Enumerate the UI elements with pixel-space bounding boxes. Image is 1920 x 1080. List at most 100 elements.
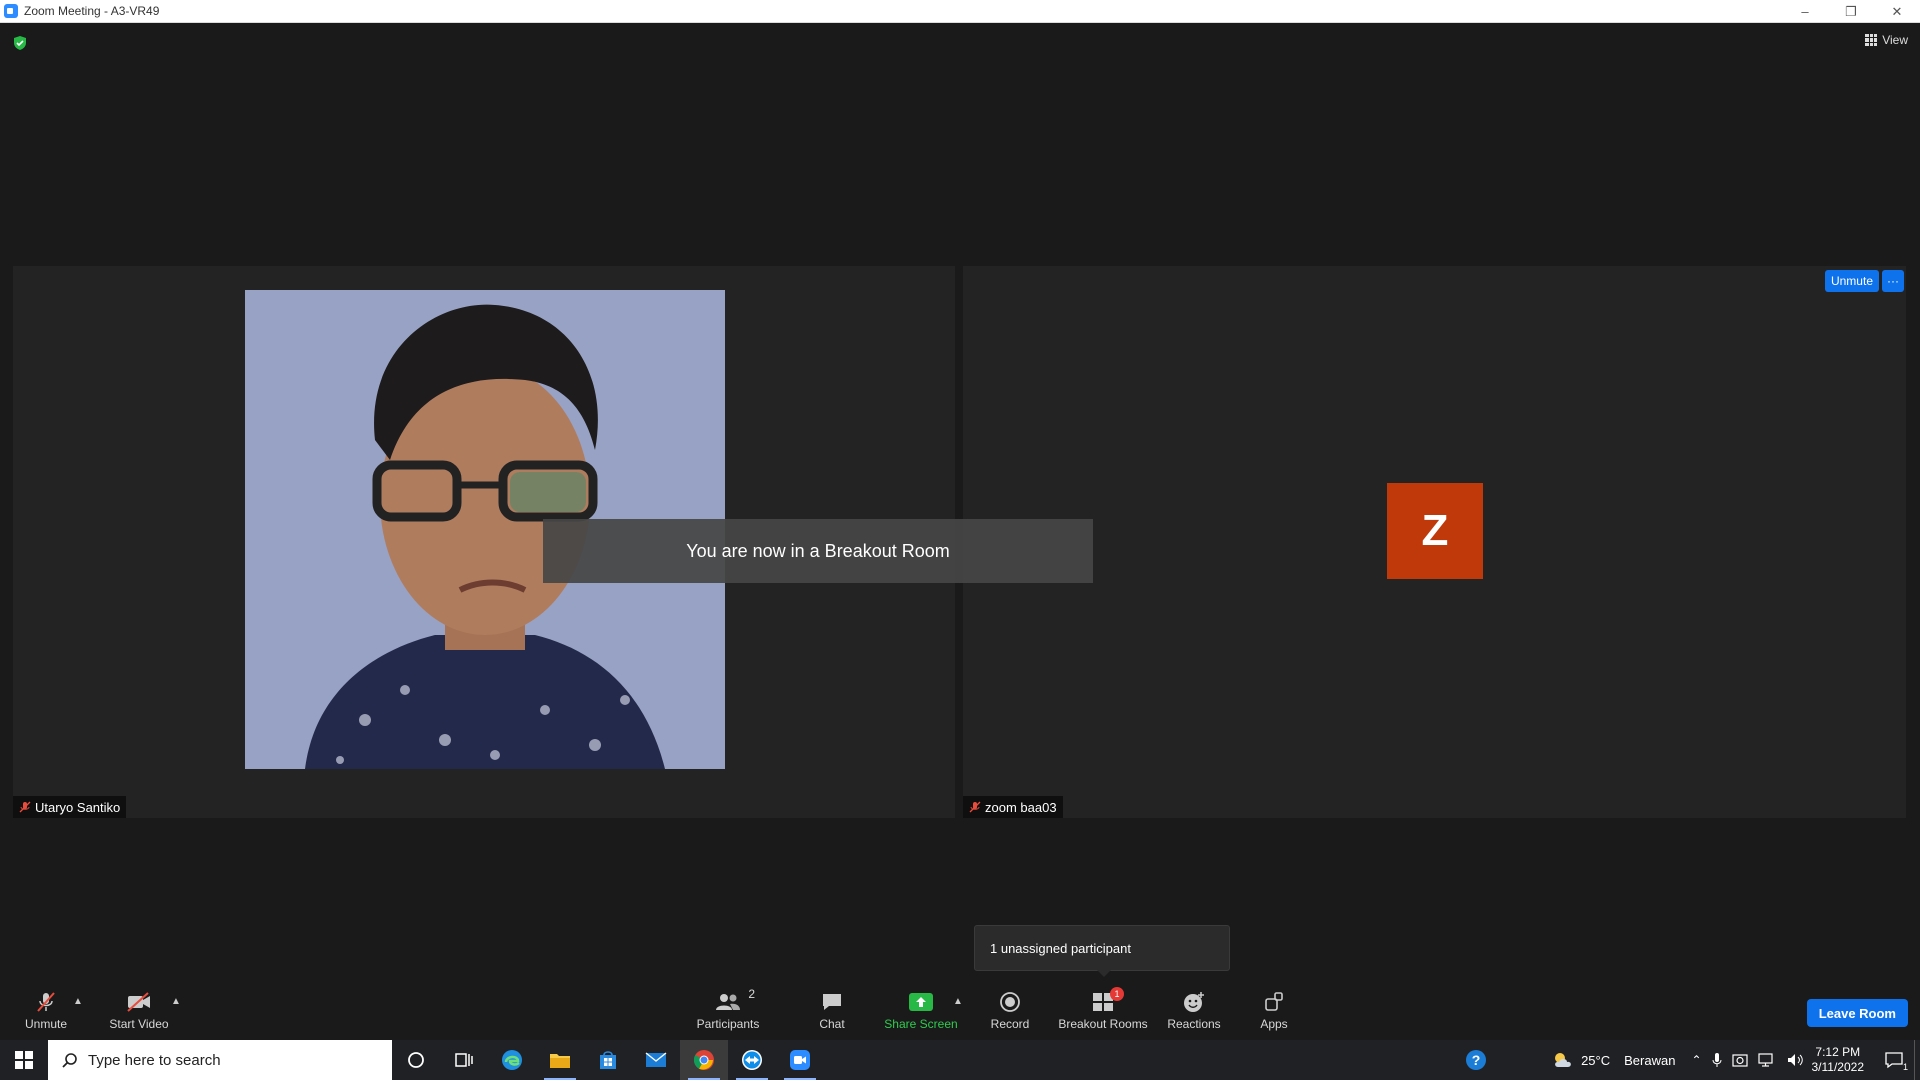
participant-avatar: Z <box>1387 483 1483 579</box>
minimize-button[interactable]: – <box>1782 0 1828 23</box>
weather-description: Berawan <box>1624 1052 1676 1068</box>
share-screen-button[interactable]: Share Screen <box>884 982 958 1040</box>
clock-time: 7:12 PM <box>1815 1045 1861 1059</box>
cortana-circle-icon <box>408 1052 424 1068</box>
mic-muted-icon <box>35 991 57 1013</box>
taskbar-file-explorer[interactable] <box>536 1040 584 1080</box>
unassigned-participant-tooltip[interactable]: 1 unassigned participant <box>974 925 1230 977</box>
chat-icon <box>821 991 843 1013</box>
participants-icon: 2 <box>715 987 755 1013</box>
breakout-rooms-badge: 1 <box>1110 987 1124 1001</box>
record-button[interactable]: Record <box>986 982 1034 1040</box>
start-button[interactable] <box>0 1040 48 1080</box>
taskbar-teamviewer[interactable] <box>728 1040 776 1080</box>
leave-room-button[interactable]: Leave Room <box>1806 999 1908 1027</box>
taskbar-mail[interactable] <box>632 1040 680 1080</box>
taskbar-zoom[interactable] <box>776 1040 824 1080</box>
search-placeholder: Type here to search <box>88 1051 221 1069</box>
mail-envelope-icon <box>645 1052 667 1067</box>
apps-icon <box>1263 991 1285 1013</box>
meeting-area: View Utaryo Santiko Unmute ··· Z zoom ba… <box>0 23 1920 982</box>
participant-unmute-button[interactable]: Unmute <box>1824 270 1879 292</box>
participant-name: zoom baa03 <box>985 799 1057 815</box>
system-tray: ? 25°C Berawan ⌃ 7:12 PM 3/11/2022 1 <box>1465 1040 1920 1080</box>
participants-count: 2 <box>748 987 755 1001</box>
restore-button[interactable]: ❐ <box>1828 0 1874 23</box>
record-icon <box>999 991 1021 1013</box>
windows-taskbar: Type here to search ? 25°C Berawan ⌃ 7:1… <box>0 1040 1920 1080</box>
unmute-button[interactable]: Unmute <box>20 982 72 1040</box>
edge-browser-icon <box>502 1050 522 1070</box>
start-video-button[interactable]: Start Video <box>104 982 174 1040</box>
participant-name: Utaryo Santiko <box>35 799 121 815</box>
participant-name-label: zoom baa03 <box>963 796 1063 818</box>
breakout-rooms-icon: 1 <box>1092 987 1124 1013</box>
taskbar-edge[interactable] <box>488 1040 536 1080</box>
window-titlebar: Zoom Meeting - A3-VR49 – ❐ ✕ <box>0 0 1920 23</box>
view-label: View <box>1882 33 1908 47</box>
taskbar-chrome[interactable] <box>680 1040 728 1080</box>
video-tile-zoom-baa03[interactable]: Unmute ··· Z zoom baa03 <box>963 266 1906 818</box>
taskbar-clock[interactable]: 7:12 PM 3/11/2022 <box>1812 1045 1865 1075</box>
weather-cloudy-icon <box>1555 1053 1571 1067</box>
audio-options-chevron-icon[interactable]: ▲ <box>73 996 83 1007</box>
breakout-rooms-label: Breakout Rooms <box>1058 1017 1148 1031</box>
zoom-app-icon <box>4 4 18 18</box>
action-center-button[interactable]: 1 <box>1874 1040 1914 1080</box>
help-question-icon: ? <box>1466 1050 1487 1070</box>
store-bag-icon <box>600 1051 616 1069</box>
tray-icons: ⌃ <box>1691 1052 1803 1068</box>
network-icon[interactable] <box>1757 1052 1776 1068</box>
window-controls: – ❐ ✕ <box>1782 0 1920 23</box>
windows-logo-icon <box>15 1051 33 1069</box>
participant-name-label: Utaryo Santiko <box>13 796 127 818</box>
share-options-chevron-icon[interactable]: ▲ <box>953 996 963 1007</box>
mic-muted-icon <box>19 801 31 813</box>
camera-app-icon[interactable] <box>1731 1052 1748 1068</box>
teamviewer-icon <box>742 1050 762 1070</box>
chat-label: Chat <box>819 1017 845 1031</box>
view-button[interactable]: View <box>1865 33 1908 47</box>
reactions-button[interactable]: Reactions <box>1164 982 1224 1040</box>
mic-muted-icon <box>969 801 981 813</box>
unmute-label: Unmute <box>24 1017 68 1031</box>
tile-controls: Unmute ··· <box>1824 270 1904 292</box>
taskbar-search-box[interactable]: Type here to search <box>48 1040 392 1080</box>
close-button[interactable]: ✕ <box>1874 0 1920 23</box>
task-view-icon <box>455 1053 473 1067</box>
show-desktop-button[interactable] <box>1914 1040 1920 1080</box>
reactions-smiley-icon <box>1182 991 1206 1013</box>
apps-label: Apps <box>1260 1017 1288 1031</box>
task-view-button[interactable] <box>440 1040 488 1080</box>
svg-text:?: ? <box>1472 1052 1481 1068</box>
weather-widget[interactable]: 25°C Berawan <box>1551 1050 1675 1070</box>
show-hidden-icons-chevron-icon[interactable]: ⌃ <box>1691 1053 1701 1067</box>
chat-button[interactable]: Chat <box>810 982 854 1040</box>
start-video-label: Start Video <box>109 1017 169 1031</box>
meeting-toolbar: Unmute ▲ Start Video ▲ 2 Participants Ch… <box>0 982 1920 1040</box>
share-screen-icon <box>909 991 933 1013</box>
share-screen-label: Share Screen <box>884 1017 958 1031</box>
cortana-button[interactable] <box>392 1040 440 1080</box>
video-options-chevron-icon[interactable]: ▲ <box>171 996 181 1007</box>
volume-icon[interactable] <box>1786 1052 1804 1068</box>
grid-view-icon <box>1865 34 1878 46</box>
participants-label: Participants <box>696 1017 760 1031</box>
clock-date: 3/11/2022 <box>1811 1060 1865 1074</box>
search-icon <box>62 1053 77 1068</box>
participant-more-button[interactable]: ··· <box>1882 270 1904 292</box>
chrome-browser-icon <box>693 1050 714 1070</box>
notification-count: 1 <box>1902 1062 1908 1072</box>
breakout-rooms-button[interactable]: 1 Breakout Rooms <box>1058 982 1148 1040</box>
help-button[interactable]: ? <box>1465 1049 1487 1071</box>
apps-button[interactable]: Apps <box>1256 982 1292 1040</box>
video-off-icon <box>126 991 152 1013</box>
record-label: Record <box>990 1017 1030 1031</box>
reactions-label: Reactions <box>1167 1017 1221 1031</box>
security-shield-icon[interactable] <box>12 35 28 51</box>
participants-button[interactable]: 2 Participants <box>692 982 764 1040</box>
zoom-app-icon <box>790 1050 810 1070</box>
microphone-icon[interactable] <box>1712 1052 1722 1068</box>
window-title: Zoom Meeting - A3-VR49 <box>24 4 160 18</box>
taskbar-store[interactable] <box>584 1040 632 1080</box>
